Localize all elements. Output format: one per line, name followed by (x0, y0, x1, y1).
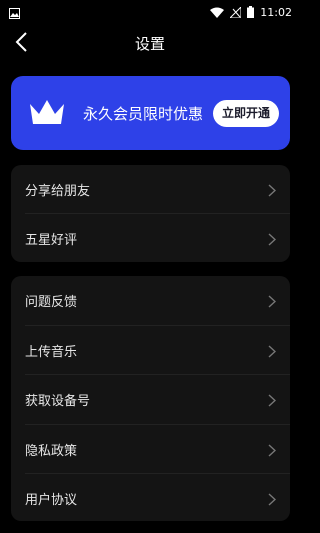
signal-off-icon (229, 3, 242, 22)
vip-promo-text: 永久会员限时优惠 (83, 105, 204, 123)
status-bar: 11:02 (0, 0, 300, 20)
list-item-label: 分享给朋友 (25, 184, 91, 199)
chevron-right-icon (268, 343, 277, 362)
crown-icon (28, 96, 66, 132)
chevron-right-icon (268, 182, 277, 201)
chevron-right-icon (268, 293, 277, 312)
list-item-share[interactable]: 分享给朋友 (11, 165, 290, 213)
activate-button[interactable]: 立即开通 (213, 100, 279, 127)
list-item-feedback[interactable]: 问题反馈 (11, 276, 290, 324)
list-item-label: 五星好评 (25, 233, 78, 248)
list-item-upload-music[interactable]: 上传音乐 (11, 326, 290, 374)
wifi-icon (210, 3, 225, 22)
list-item-rate[interactable]: 五星好评 (11, 214, 290, 262)
list-item-user-agreement[interactable]: 用户协议 (11, 474, 290, 522)
nav-bar: 设置 (0, 22, 300, 62)
list-item-label: 问题反馈 (25, 295, 78, 310)
list-item-label: 用户协议 (25, 493, 78, 508)
list-item-device-id[interactable]: 获取设备号 (11, 375, 290, 423)
status-time: 11:02 (260, 6, 292, 19)
chevron-right-icon (268, 491, 277, 510)
vip-banner[interactable]: 永久会员限时优惠 立即开通 (11, 76, 290, 150)
list-item-label: 获取设备号 (25, 394, 91, 409)
image-notification-icon (9, 4, 20, 23)
list-item-label: 上传音乐 (25, 345, 78, 360)
list-item-label: 隐私政策 (25, 444, 78, 459)
battery-icon (247, 3, 255, 22)
settings-group-share: 分享给朋友 五星好评 (11, 165, 290, 262)
list-item-privacy[interactable]: 隐私政策 (11, 425, 290, 473)
page-title: 设置 (134, 35, 165, 53)
settings-group-other: 问题反馈 上传音乐 获取设备号 隐私政策 用户协议 (11, 276, 290, 521)
chevron-right-icon (268, 442, 277, 461)
chevron-right-icon (268, 392, 277, 411)
chevron-right-icon (268, 231, 277, 250)
